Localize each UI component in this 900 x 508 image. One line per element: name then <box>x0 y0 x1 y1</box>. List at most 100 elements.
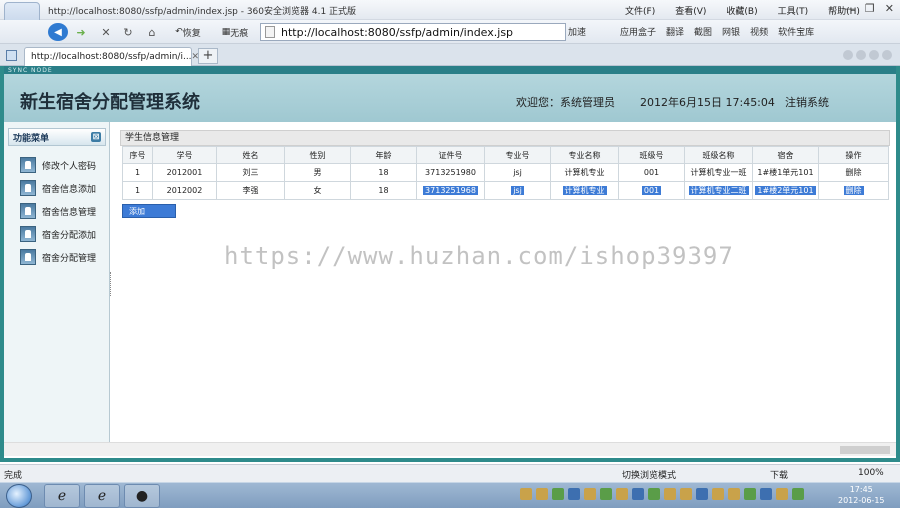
tray-icon[interactable] <box>520 488 532 500</box>
sidebar-item-dorm-manage[interactable]: 宿舍信息管理 <box>20 202 96 220</box>
tray-icon[interactable] <box>584 488 596 500</box>
clock-time: 17:45 <box>849 485 873 494</box>
stop-icon[interactable]: ✕ <box>98 23 114 41</box>
table-cell: 18 <box>350 181 417 200</box>
download-button[interactable]: 下载 <box>770 468 788 481</box>
page-icon <box>265 26 275 38</box>
sidebar-item-allocation-manage[interactable]: 宿舍分配管理 <box>20 248 96 266</box>
sidebar-item-allocation-add[interactable]: 宿舍分配添加 <box>20 225 96 243</box>
logout-link[interactable]: 注销系统 <box>785 94 829 110</box>
tray-icon[interactable] <box>664 488 676 500</box>
browser-title-bar: http://localhost:8080/ssfp/admin/index.j… <box>0 0 900 38</box>
table-cell-selected: 1#楼2单元101 <box>752 181 819 200</box>
browser-360-icon[interactable]: ℯ <box>84 484 120 508</box>
tray-icon[interactable] <box>600 488 612 500</box>
selected-text: 3713251968 <box>423 186 478 195</box>
column-header: 姓名 <box>216 146 285 164</box>
delete-link[interactable]: 删除 <box>818 181 889 200</box>
forward-arrow-icon[interactable]: ➜ <box>72 23 90 41</box>
close-icon[interactable]: ✕ <box>885 2 894 15</box>
table-cell-selected: jsj <box>484 181 551 200</box>
tool-translate[interactable]: 翻译 <box>666 25 684 38</box>
tray-icon[interactable] <box>696 488 708 500</box>
new-tab-button[interactable]: + <box>198 48 218 64</box>
tool-app-box[interactable]: 应用盒子 <box>620 25 656 38</box>
tray-icon[interactable] <box>552 488 564 500</box>
tray-icon[interactable] <box>632 488 644 500</box>
eclipse-icon[interactable]: ● <box>124 484 160 508</box>
taskbar-clock[interactable]: 17:45 2012-06-15 <box>838 484 885 506</box>
back-arrow-icon[interactable]: ◀ <box>48 23 68 41</box>
sidebar-item-label: 宿舍分配管理 <box>42 253 97 264</box>
horizontal-scrollbar[interactable] <box>4 442 896 456</box>
menu-tools[interactable]: 工具(T) <box>778 4 809 17</box>
table-row: 1 2012001 刘三 男 18 3713251980 jsj 计算机专业 0… <box>122 163 889 182</box>
column-header: 专业号 <box>484 146 551 164</box>
home-icon[interactable]: ⌂ <box>144 23 160 41</box>
sidebar-toggle-icon[interactable] <box>6 50 17 61</box>
refresh-icon[interactable]: ↻ <box>120 23 136 41</box>
table-cell-selected: 计算机专业二班 <box>684 181 753 200</box>
menu-view[interactable]: 查看(V) <box>675 4 706 17</box>
tray-icon[interactable] <box>792 488 804 500</box>
tab-current[interactable]: http://localhost:8080/ssfp/admin/i... ✕ <box>24 47 199 66</box>
delete-link[interactable]: 删除 <box>818 163 889 182</box>
sidebar-item-change-password[interactable]: 修改个人密码 <box>20 156 96 174</box>
collapse-icon[interactable]: ⊠ <box>91 132 101 142</box>
tray-icon[interactable] <box>776 488 788 500</box>
minimize-icon[interactable]: — <box>844 2 855 15</box>
sidebar-item-label: 宿舍信息添加 <box>42 184 97 195</box>
table-cell-selected: 3713251968 <box>416 181 485 200</box>
undo-button[interactable]: ↶ 恢复 <box>168 23 208 41</box>
tool-screenshot[interactable]: 截图 <box>694 25 712 38</box>
clock-date: 2012-06-15 <box>838 496 885 505</box>
add-button[interactable]: 添加 <box>122 204 176 218</box>
tab-tool-icon[interactable] <box>843 50 853 60</box>
zoom-level[interactable]: 100% <box>858 468 884 478</box>
table-cell: 2012001 <box>152 163 217 182</box>
selected-text: 1#楼2单元101 <box>755 186 816 195</box>
grid-title: 学生信息管理 <box>120 130 890 146</box>
window-controls: — ❐ ✕ <box>844 2 894 15</box>
ie-icon[interactable]: ℯ <box>44 484 80 508</box>
sidebar-item-dorm-add[interactable]: 宿舍信息添加 <box>20 179 96 197</box>
table-cell: 计算机专业一班 <box>684 163 753 182</box>
start-button[interactable] <box>6 484 32 508</box>
column-header: 宿舍 <box>752 146 819 164</box>
table-cell: 女 <box>284 181 351 200</box>
menu-file[interactable]: 文件(F) <box>625 4 655 17</box>
tray-icon[interactable] <box>568 488 580 500</box>
undo-label: 恢复 <box>182 28 201 39</box>
tray-icon[interactable] <box>744 488 756 500</box>
address-bar[interactable]: http://localhost:8080/ssfp/admin/index.j… <box>260 23 566 41</box>
accelerate-button[interactable]: 加速 <box>568 25 586 38</box>
header-strip-text: SYNC NODE <box>8 67 53 74</box>
tray-icon[interactable] <box>728 488 740 500</box>
table-cell: 1 <box>122 181 153 200</box>
column-header: 班级名称 <box>684 146 753 164</box>
tray-icon[interactable] <box>536 488 548 500</box>
tab-tool-icon[interactable] <box>882 50 892 60</box>
menu-favorites[interactable]: 收藏(B) <box>726 4 757 17</box>
tab-tools <box>843 50 892 60</box>
compat-mode-button[interactable]: 切换浏览模式 <box>622 468 676 481</box>
tool-software[interactable]: 软件宝库 <box>778 25 814 38</box>
table-row: 1 2012002 李强 女 18 3713251968 jsj 计算机专业 0… <box>122 181 889 200</box>
incognito-button[interactable]: ▦ 无痕 <box>214 23 256 41</box>
tray-icon[interactable] <box>680 488 692 500</box>
taskbar: ℯ ℯ ● 17:45 2012-06-15 <box>0 482 900 508</box>
restore-icon[interactable]: ❐ <box>865 2 875 15</box>
tool-bank[interactable]: 网银 <box>722 25 740 38</box>
scrollbar-thumb[interactable] <box>840 446 890 454</box>
table-cell: 3713251980 <box>416 163 485 182</box>
tray-icon[interactable] <box>616 488 628 500</box>
tab-tool-icon[interactable] <box>856 50 866 60</box>
sidebar-item-label: 修改个人密码 <box>42 161 97 172</box>
tray-icon[interactable] <box>648 488 660 500</box>
tab-tool-icon[interactable] <box>869 50 879 60</box>
panel-splitter[interactable] <box>110 272 114 296</box>
tray-icon[interactable] <box>712 488 724 500</box>
tray-icon[interactable] <box>760 488 772 500</box>
tool-video[interactable]: 视频 <box>750 25 768 38</box>
table-header-row: 序号 学号 姓名 性别 年龄 证件号 专业号 专业名称 班级号 班级名称 宿舍 … <box>122 146 889 164</box>
